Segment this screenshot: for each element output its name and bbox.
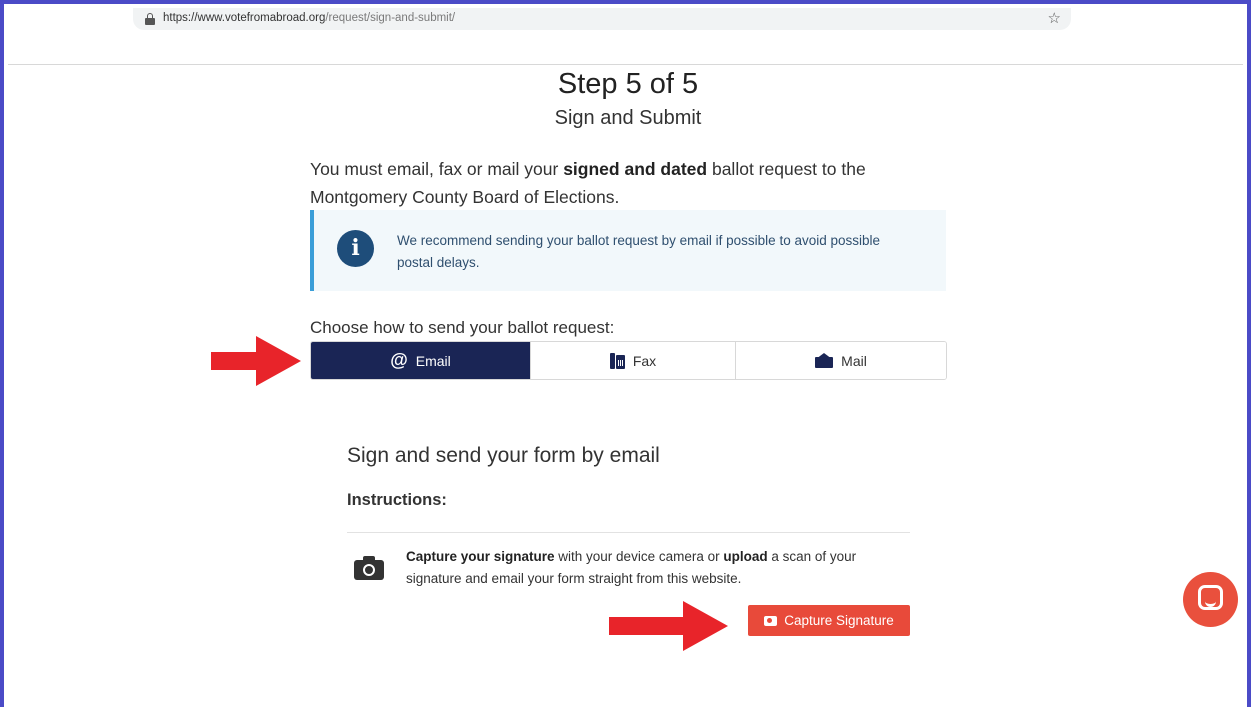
lock-icon	[145, 13, 155, 25]
url-text: https://www.votefromabroad.org/request/s…	[163, 12, 456, 24]
camera-icon	[764, 615, 778, 626]
address-bar[interactable]: https://www.votefromabroad.org/request/s…	[133, 8, 1071, 30]
capture-signature-button[interactable]: Capture Signature	[748, 605, 910, 636]
info-callout: i We recommend sending your ballot reque…	[310, 210, 946, 291]
header-divider	[8, 64, 1243, 65]
annotation-arrow-email	[211, 336, 301, 386]
send-method-tabs: @ Email Fax Mail	[310, 341, 947, 380]
tab-fax-label: Fax	[632, 352, 657, 369]
step-indicator: Step 5 of 5	[557, 68, 699, 100]
send-method-label: Choose how to send your ballot request:	[310, 318, 615, 337]
tab-mail-label: Mail	[841, 352, 867, 369]
bookmark-star-icon[interactable]: ☆	[1048, 9, 1061, 27]
chat-launcher-button[interactable]	[1183, 572, 1238, 627]
capture-signature-label: Capture Signature	[784, 613, 894, 628]
email-section-title: Sign and send your form by email	[347, 444, 660, 467]
instructions-divider	[347, 532, 910, 533]
info-icon: i	[337, 230, 374, 267]
tab-email-label: Email	[415, 352, 451, 369]
fax-icon	[609, 352, 625, 369]
camera-icon	[354, 556, 384, 580]
instructions-label: Instructions:	[347, 491, 447, 509]
at-icon: @	[390, 350, 408, 370]
tab-email[interactable]: @ Email	[311, 342, 531, 379]
annotation-arrow-capture	[609, 601, 729, 651]
intro-text: You must email, fax or mail your signed …	[310, 159, 866, 207]
tab-mail[interactable]: Mail	[736, 342, 946, 379]
info-text: We recommend sending your ballot request…	[397, 233, 881, 270]
envelope-open-icon	[815, 353, 834, 368]
capture-instructions: Capture your signature with your device …	[406, 549, 857, 586]
page-subtitle: Sign and Submit	[554, 107, 702, 129]
tab-fax[interactable]: Fax	[531, 342, 736, 379]
chat-icon	[1198, 585, 1223, 610]
